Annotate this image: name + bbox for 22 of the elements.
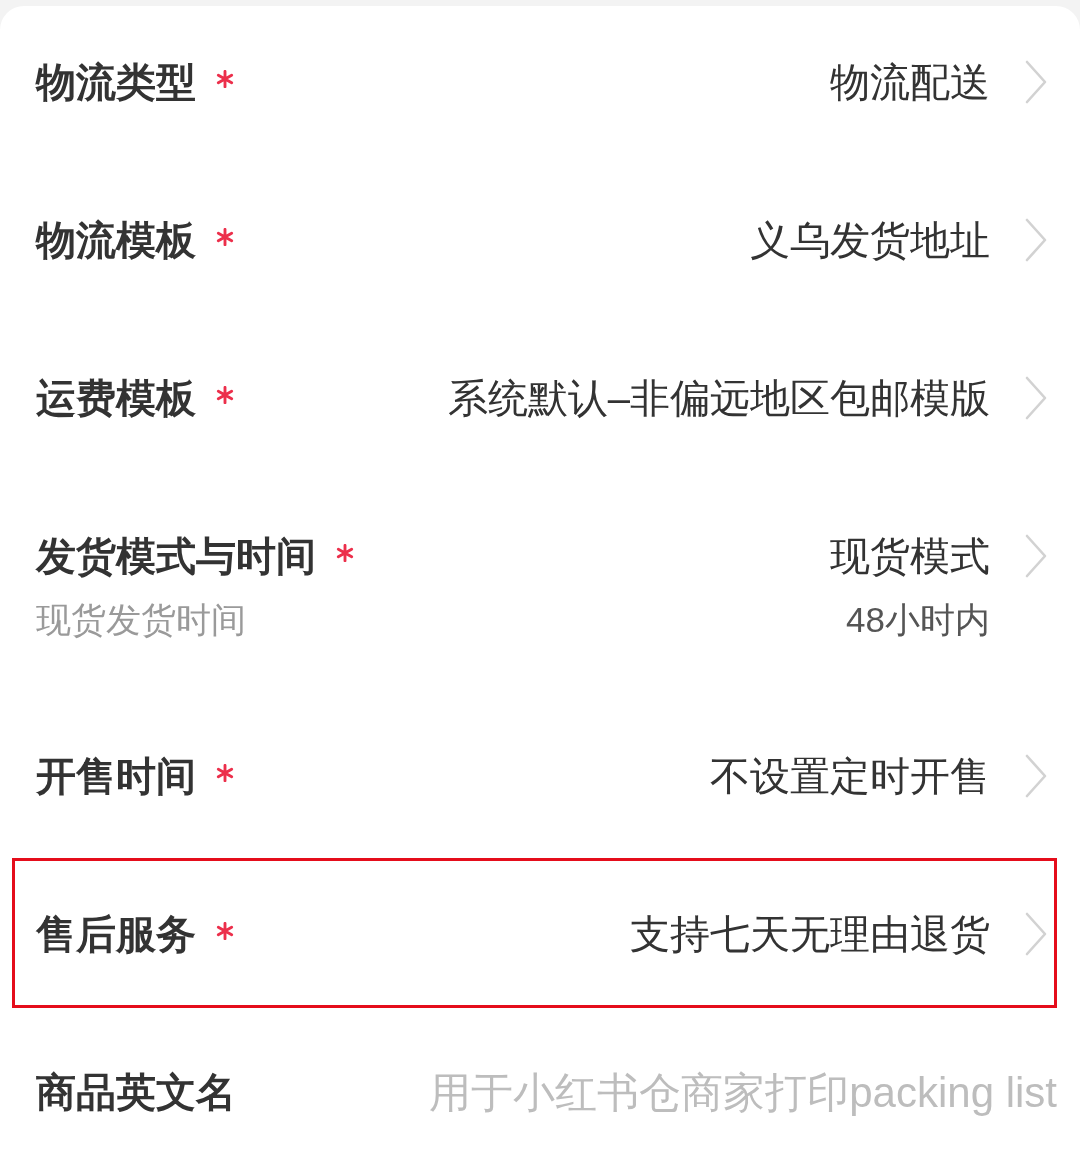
- field-value[interactable]: 支持七天无理由退货: [630, 912, 990, 956]
- chevron-right-icon[interactable]: [1025, 912, 1047, 956]
- field-label: 商品英文名: [36, 1070, 236, 1114]
- chevron-right-icon[interactable]: [1025, 754, 1047, 798]
- field-subvalue: 48小时内: [846, 600, 990, 640]
- input-field[interactable]: 用于小红书仓商家打印packing list: [260, 1062, 1057, 1122]
- chevron-right-icon[interactable]: [1025, 60, 1047, 104]
- field-value[interactable]: 不设置定时开售: [710, 754, 990, 798]
- field-value[interactable]: 义乌发货地址: [750, 218, 990, 262]
- field-label: 售后服务: [36, 912, 196, 956]
- field-label: 运费模板: [36, 376, 196, 420]
- field-label: 发货模式与时间: [36, 534, 316, 578]
- field-label: 开售时间: [36, 754, 196, 798]
- field-hint: 现货发货时间: [36, 600, 246, 640]
- field-value[interactable]: 现货模式: [830, 534, 990, 578]
- field-label: 物流模板: [36, 218, 196, 262]
- field-label: 物流类型: [36, 60, 196, 104]
- field-value[interactable]: 物流配送: [830, 60, 990, 104]
- chevron-right-icon[interactable]: [1025, 534, 1047, 578]
- chevron-right-icon[interactable]: [1025, 376, 1047, 420]
- field-value[interactable]: 系统默认–非偏远地区包邮模版: [447, 376, 990, 420]
- chevron-right-icon[interactable]: [1025, 218, 1047, 262]
